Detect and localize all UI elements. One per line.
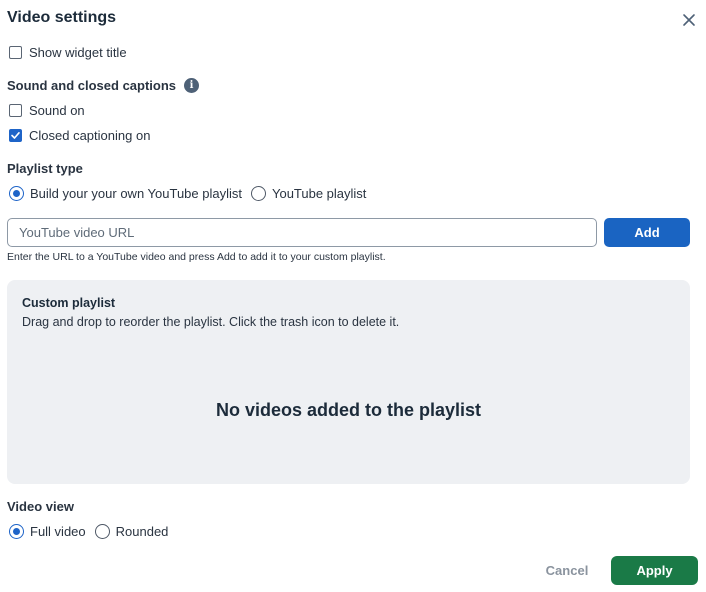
dialog-title: Video settings bbox=[7, 9, 117, 26]
close-icon[interactable] bbox=[680, 11, 698, 29]
show-widget-title-option[interactable]: Show widget title bbox=[9, 45, 127, 60]
video-view-radio-group: Full video Rounded bbox=[9, 524, 168, 539]
empty-playlist-message: No videos added to the playlist bbox=[215, 400, 482, 420]
sound-section-label: Sound and closed captions i bbox=[7, 78, 200, 93]
radio-full-video[interactable] bbox=[9, 524, 24, 539]
sound-on-label: Sound on bbox=[29, 103, 85, 118]
sound-on-option[interactable]: Sound on bbox=[9, 103, 85, 118]
closed-captioning-label: Closed captioning on bbox=[29, 128, 151, 143]
youtube-url-input[interactable] bbox=[7, 218, 597, 247]
cancel-button[interactable]: Cancel bbox=[534, 556, 600, 584]
video-view-label: Video view bbox=[7, 499, 74, 514]
closed-captioning-checkbox[interactable] bbox=[9, 129, 22, 142]
url-helper-text: Enter the URL to a YouTube video and pre… bbox=[7, 251, 386, 263]
custom-playlist-panel: Custom playlist Drag and drop to reorder… bbox=[7, 280, 690, 484]
playlist-type-radio-group: Build your your own YouTube playlist You… bbox=[9, 186, 366, 201]
sound-on-checkbox[interactable] bbox=[9, 104, 22, 117]
show-widget-title-checkbox[interactable] bbox=[9, 46, 22, 59]
radio-full-video-label[interactable]: Full video bbox=[30, 524, 86, 539]
closed-captioning-option[interactable]: Closed captioning on bbox=[9, 128, 150, 143]
radio-rounded[interactable] bbox=[94, 524, 110, 539]
radio-build-own-playlist-label[interactable]: Build your your own YouTube playlist bbox=[30, 186, 242, 201]
add-button[interactable]: Add bbox=[604, 218, 690, 247]
custom-playlist-subtitle: Drag and drop to reorder the playlist. C… bbox=[22, 315, 400, 329]
playlist-type-label: Playlist type bbox=[7, 161, 83, 176]
custom-playlist-title: Custom playlist bbox=[22, 296, 116, 310]
radio-build-own-playlist[interactable] bbox=[9, 186, 24, 201]
radio-youtube-playlist[interactable] bbox=[250, 186, 266, 201]
radio-youtube-playlist-label[interactable]: YouTube playlist bbox=[272, 186, 366, 201]
sound-section-title: Sound and closed captions bbox=[7, 78, 177, 93]
apply-button[interactable]: Apply bbox=[611, 556, 698, 585]
info-icon[interactable]: i bbox=[184, 78, 200, 93]
radio-rounded-label[interactable]: Rounded bbox=[116, 524, 169, 539]
show-widget-title-label: Show widget title bbox=[29, 45, 127, 60]
check-icon bbox=[11, 132, 20, 139]
